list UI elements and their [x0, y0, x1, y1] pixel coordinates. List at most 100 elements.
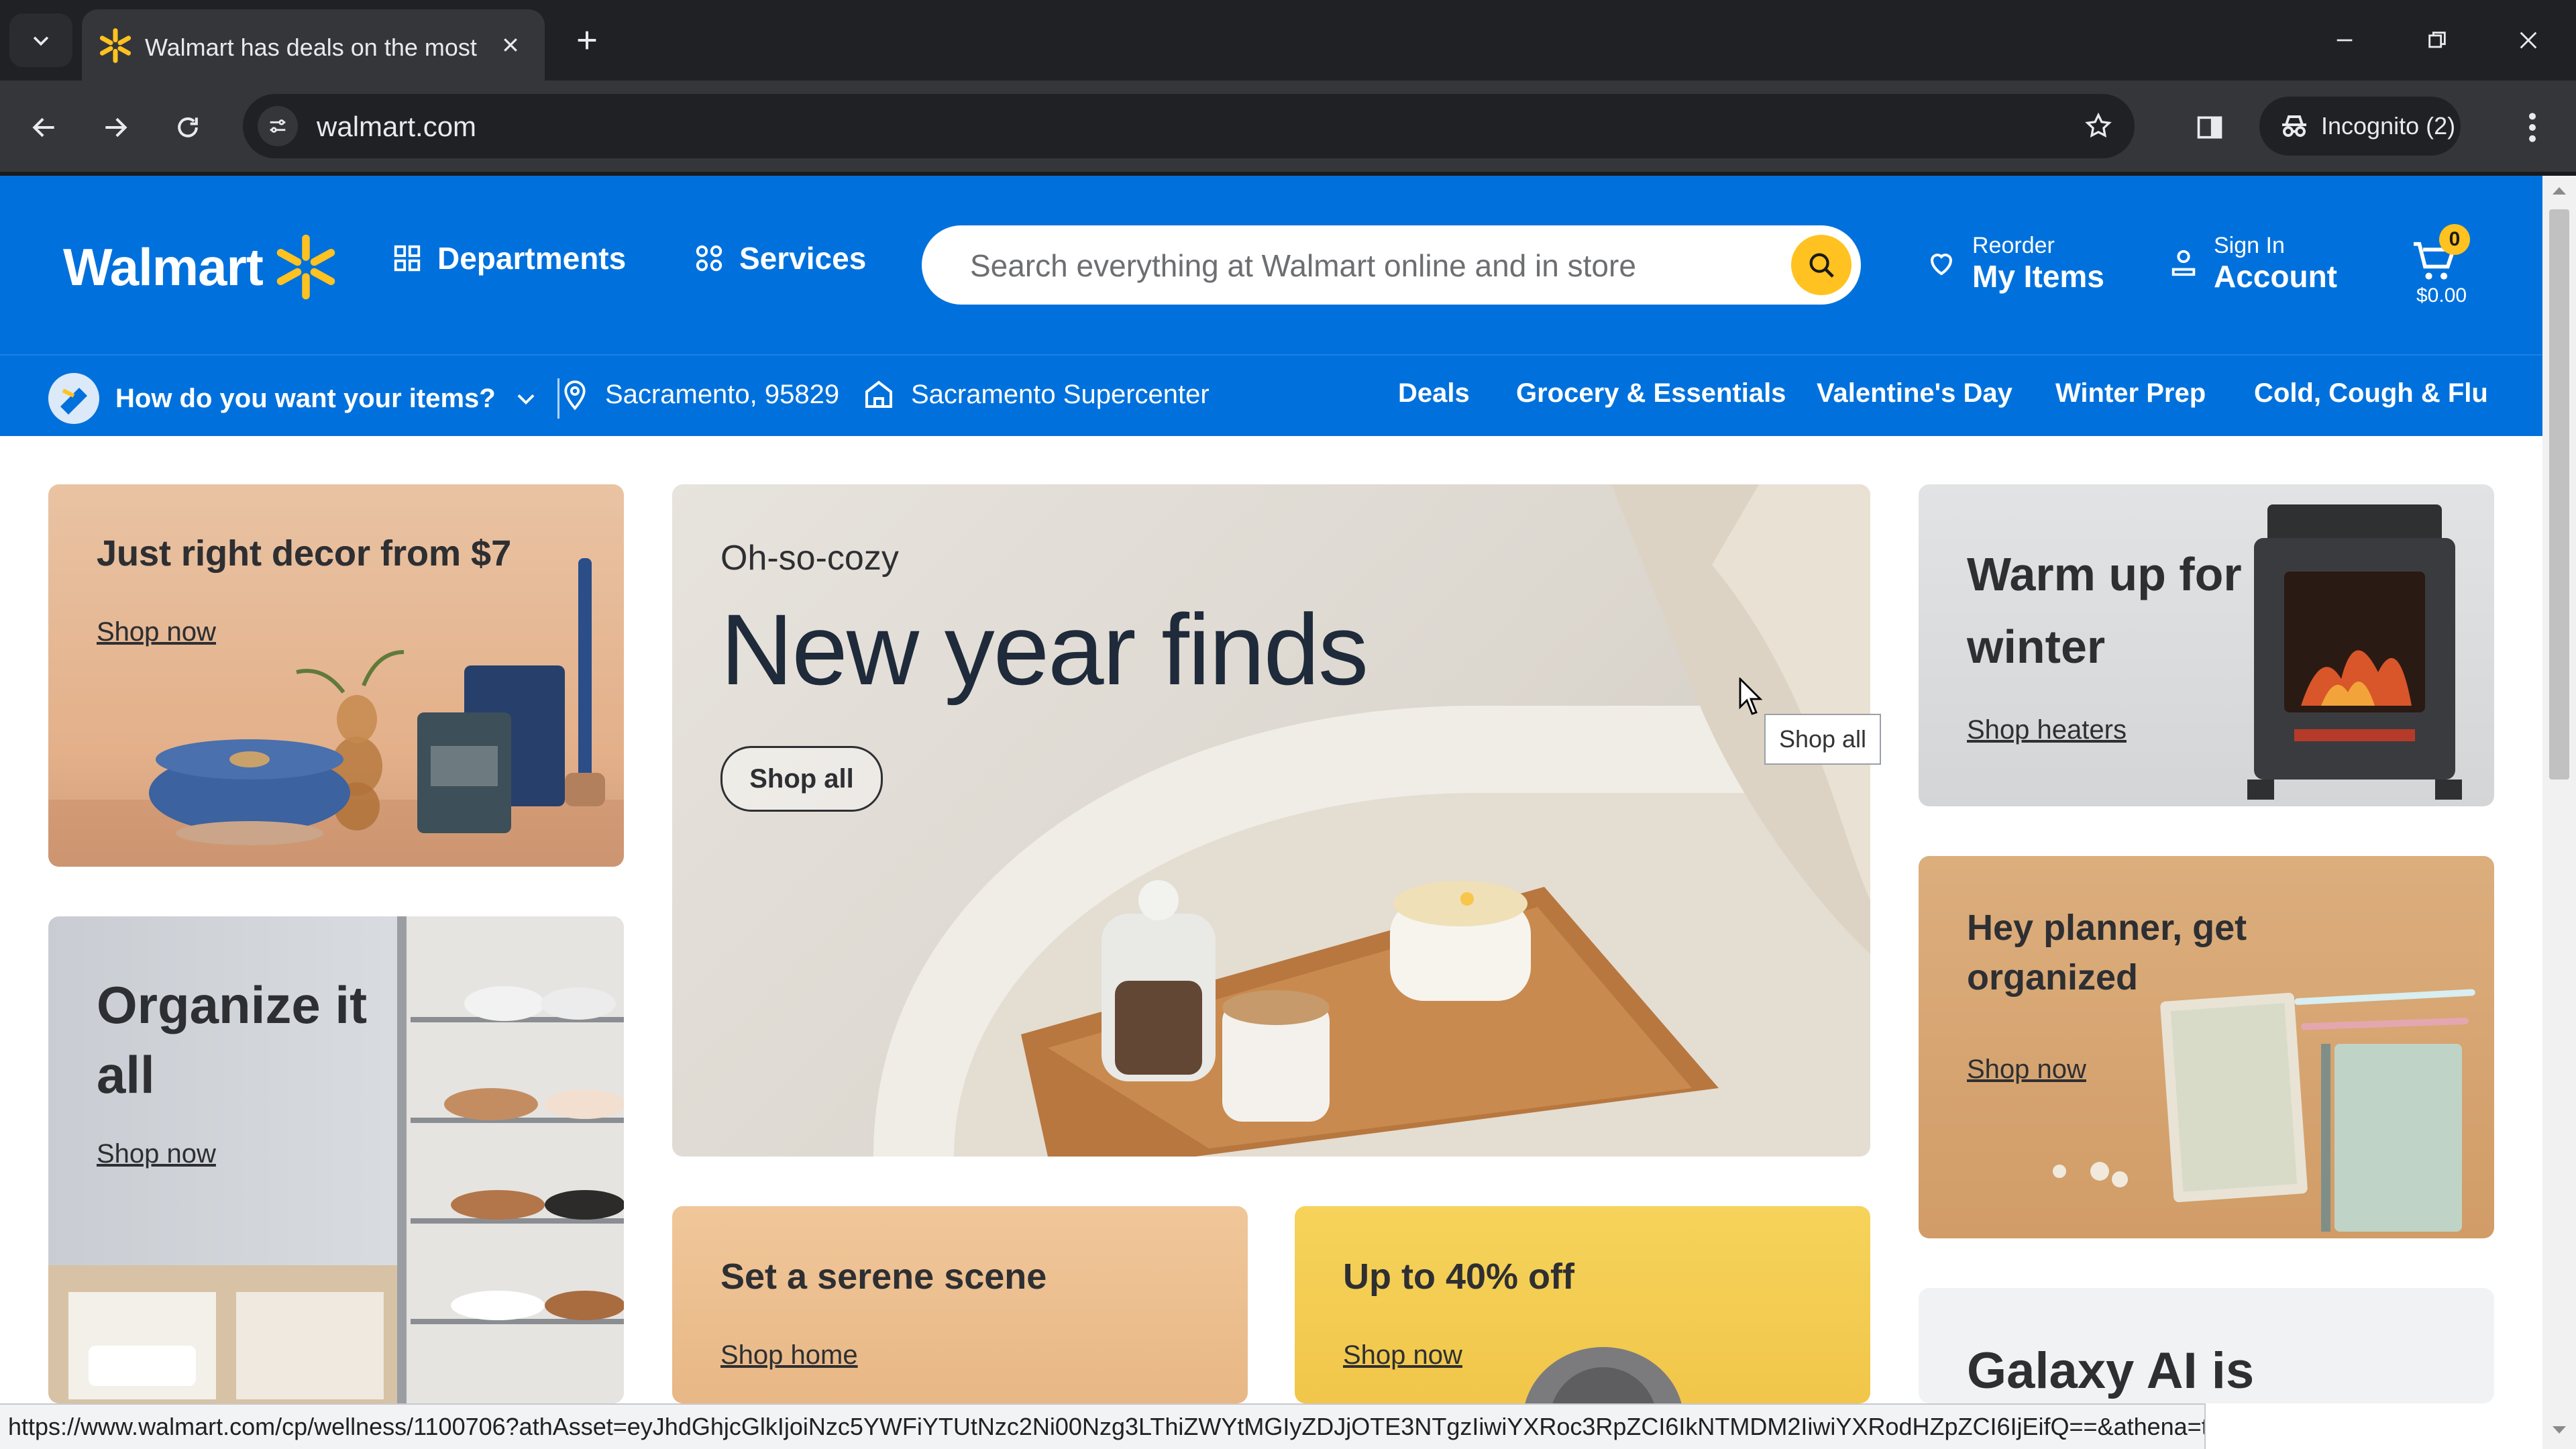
location-label: Sacramento, 95829	[605, 379, 840, 409]
restore-button[interactable]	[2407, 15, 2467, 66]
search-bar	[922, 225, 1861, 306]
nav-link-winter-prep[interactable]: Winter Prep	[2055, 378, 2206, 409]
plus-icon	[578, 31, 596, 50]
sign-in-account[interactable]: Sign In Account	[2168, 232, 2337, 294]
card-serene[interactable]: Set a serene scene Shop home	[672, 1206, 1248, 1403]
tune-icon	[270, 119, 286, 133]
card-galaxy-title: Galaxy AI is	[1967, 1342, 2255, 1399]
cart-count-badge: 0	[2439, 224, 2470, 255]
my-items-label: My Items	[1972, 259, 2104, 294]
walmart-spark-icon	[276, 234, 335, 300]
browser-tab-walmart[interactable]: Walmart has deals on the most	[82, 9, 545, 80]
departments-label: Departments	[437, 241, 627, 276]
incognito-icon	[2282, 115, 2306, 137]
fulfillment-icon	[48, 373, 99, 424]
hero-title: New year finds	[720, 593, 1368, 706]
tab-title: Walmart has deals on the most	[145, 34, 477, 61]
card-organize-link[interactable]: Shop now	[97, 1139, 216, 1169]
fulfillment-label: How do you want your items?	[115, 383, 496, 413]
restore-icon	[2428, 32, 2446, 48]
card-decor[interactable]: Just right decor from $7 Shop now Just r…	[48, 484, 624, 867]
card-sale-title: Up to 40% off	[1343, 1256, 1574, 1297]
arrow-left-icon	[32, 117, 54, 138]
forward-button[interactable]	[89, 101, 142, 154]
tab-close-button[interactable]	[494, 28, 527, 62]
scrollbar-thumb[interactable]	[2549, 209, 2569, 780]
search-input[interactable]	[969, 225, 1756, 306]
new-tab-button[interactable]	[564, 19, 610, 62]
card-sale-link[interactable]: Shop now	[1343, 1340, 1462, 1371]
card-decor-title-overlay: Just right decor from $7	[97, 533, 512, 574]
card-hero[interactable]: Oh-so-cozy New year finds Shop all	[672, 484, 1870, 1157]
search-icon	[1809, 253, 1834, 278]
scroll-up-arrow-icon[interactable]	[2551, 184, 2568, 197]
address-bar[interactable]: walmart.com	[243, 94, 2135, 158]
services-label: Services	[739, 241, 867, 276]
hero-shop-all-button[interactable]: Shop all	[720, 746, 883, 812]
nav-link-grocery[interactable]: Grocery & Essentials	[1516, 378, 1786, 409]
location-pin-icon	[564, 380, 586, 411]
nav-link-cold-cough-flu[interactable]: Cold, Cough & Flu	[2254, 378, 2488, 409]
divider	[557, 378, 559, 419]
site-info-button[interactable]	[258, 106, 298, 146]
hero-kicker: Oh-so-cozy	[720, 539, 899, 578]
arrow-right-icon	[105, 117, 127, 138]
services-button[interactable]: Services	[694, 240, 866, 276]
mouse-cursor-icon	[1739, 678, 1763, 715]
store-icon	[865, 380, 892, 408]
chevron-down-icon	[33, 36, 49, 46]
card-organize-title: Organize it all	[97, 975, 368, 1104]
reorder-label: Reorder	[1972, 233, 2055, 258]
services-icon	[696, 245, 722, 272]
close-icon	[2520, 32, 2537, 49]
fulfillment-selector[interactable]: How do you want your items?	[47, 372, 559, 425]
incognito-button[interactable]: Incognito (2)	[2259, 97, 2461, 156]
card-winter-link[interactable]: Shop heaters	[1967, 715, 2127, 745]
bookmark-button[interactable]	[2078, 106, 2118, 146]
nav-link-valentines[interactable]: Valentine's Day	[1817, 378, 2012, 409]
card-organize[interactable]: Organize it all Shop now	[48, 916, 624, 1403]
more-vertical-icon	[2529, 113, 2536, 142]
status-bar-url: https://www.walmart.com/cp/wellness/1100…	[0, 1403, 2206, 1449]
cart-button[interactable]: 0 $0.00	[2402, 224, 2482, 311]
user-icon	[2171, 250, 2196, 276]
search-button[interactable]	[1791, 235, 1851, 295]
browser-toolbar: walmart.com Incognito (2)	[0, 80, 2576, 172]
tooltip: Shop all	[1764, 714, 1881, 765]
hero-illustration	[873, 484, 1870, 1157]
card-planner[interactable]: Hey planner, get organized Shop now	[1919, 856, 2494, 1238]
chevron-down-icon	[517, 394, 535, 405]
cart-total: $0.00	[2416, 284, 2467, 307]
scroll-down-arrow-icon[interactable]	[2551, 1424, 2568, 1437]
incognito-label: Incognito (2)	[2321, 112, 2456, 140]
sub-navigation-bar: How do you want your items? Sacramento, …	[0, 354, 2542, 436]
departments-button[interactable]: Departments	[392, 240, 626, 276]
card-decor-link-overlay[interactable]: Shop now	[97, 617, 216, 647]
back-button[interactable]	[17, 101, 71, 154]
card-galaxy[interactable]: Galaxy AI is	[1919, 1288, 2494, 1403]
sign-in-label: Sign In	[2214, 233, 2285, 258]
heart-icon	[1930, 254, 1953, 276]
card-serene-link[interactable]: Shop home	[720, 1340, 858, 1371]
card-winter[interactable]: Warm up for winter Shop heaters	[1919, 484, 2494, 806]
reorder-my-items[interactable]: Reorder My Items	[1925, 232, 2104, 294]
card-planner-title: Hey planner, get organized	[1967, 908, 2247, 998]
store-selector[interactable]: Sacramento Supercenter	[863, 378, 1210, 411]
nav-link-deals[interactable]: Deals	[1398, 378, 1470, 409]
location-selector[interactable]: Sacramento, 95829	[561, 378, 839, 411]
page-scrollbar[interactable]	[2542, 176, 2576, 1449]
minimize-button[interactable]	[2314, 15, 2375, 66]
walmart-logo[interactable]: Walmart	[63, 233, 339, 301]
reload-button[interactable]	[161, 101, 215, 154]
close-window-button[interactable]	[2498, 15, 2559, 66]
side-panel-button[interactable]	[2183, 101, 2237, 154]
card-planner-link[interactable]: Shop now	[1967, 1055, 2086, 1085]
card-winter-title: Warm up for winter	[1967, 548, 2242, 673]
tab-search-button[interactable]	[9, 13, 72, 67]
browser-menu-button[interactable]	[2509, 101, 2556, 154]
grid-icon	[394, 245, 421, 272]
store-label: Sacramento Supercenter	[911, 379, 1210, 409]
sale-illustration	[1525, 1347, 1682, 1403]
card-serene-title: Set a serene scene	[720, 1256, 1047, 1297]
card-sale[interactable]: Up to 40% off Shop now	[1295, 1206, 1870, 1403]
